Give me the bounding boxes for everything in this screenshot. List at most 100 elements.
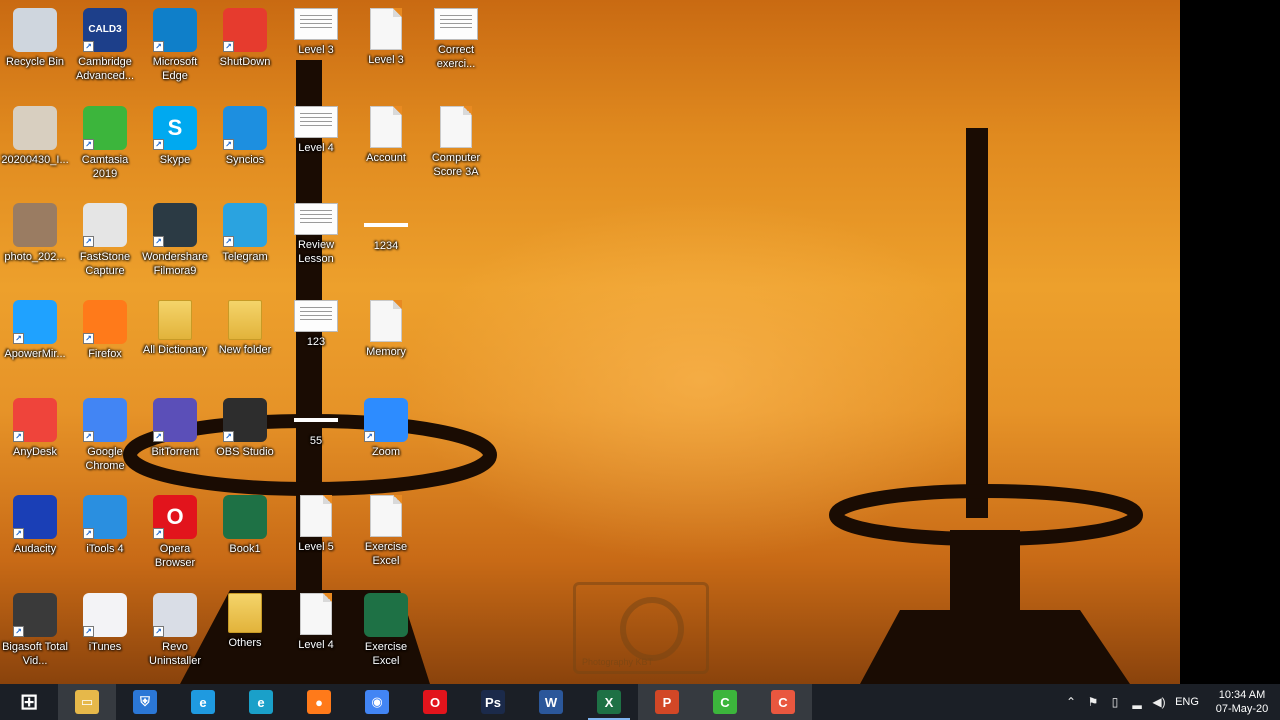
bittorrent-icon: ↗	[153, 398, 197, 442]
powerpoint-icon: P	[655, 690, 679, 714]
desktop-icon[interactable]: Book1	[209, 489, 281, 556]
taskbar-photoshop[interactable]: Ps	[464, 684, 522, 720]
shortcut-arrow-icon: ↗	[153, 626, 164, 637]
shortcut-arrow-icon: ↗	[83, 528, 94, 539]
taskbar-edge[interactable]: e	[232, 684, 290, 720]
desktop-icon-label: Bigasoft Total Vid...	[2, 641, 68, 667]
taskbar-buttons: ⊞ ▭ ⛨ e e ● ◉ O Ps W X P C C	[0, 684, 812, 720]
desktop-icon[interactable]: 123	[280, 294, 352, 349]
start-button[interactable]: ⊞	[0, 684, 58, 720]
desktop-icon[interactable]: 1234	[350, 197, 422, 253]
itunes-icon: ↗	[83, 593, 127, 637]
desktop-icon[interactable]: Review Lesson	[280, 197, 352, 266]
taskbar-internet-explorer[interactable]: e	[174, 684, 232, 720]
flag-icon[interactable]: ⚑	[1082, 695, 1104, 709]
speaker-icon[interactable]: ◀)	[1148, 695, 1170, 709]
opera-icon: O	[423, 690, 447, 714]
taskbar-excel[interactable]: X	[580, 684, 638, 720]
desktop-icon[interactable]: ↗ FastStone Capture	[69, 197, 141, 278]
desktop-icon[interactable]: Correct exerci...	[420, 2, 492, 71]
desktop-icon-label: Level 3	[298, 44, 334, 56]
desktop-icon-label: Skype	[159, 154, 191, 166]
taskbar-chrome[interactable]: ◉	[348, 684, 406, 720]
icon-glyph: O	[166, 504, 184, 529]
desktop-icon[interactable]: ↗ AnyDesk	[0, 392, 71, 459]
folder-icon	[228, 300, 262, 340]
desktop-icon-label: New folder	[218, 344, 272, 356]
desktop-icon[interactable]: ↗ iTunes	[69, 587, 141, 654]
language-indicator[interactable]: ENG	[1170, 696, 1204, 708]
desktop-icon[interactable]: ↗ Zoom	[350, 392, 422, 459]
shortcut-arrow-icon: ↗	[83, 236, 94, 247]
desktop-icon[interactable]: 55	[280, 392, 352, 448]
desktop-icon[interactable]: ↗ Telegram	[209, 197, 281, 264]
desktop-icon[interactable]: Computer Score 3A	[420, 100, 492, 179]
desktop-icon[interactable]: Level 4	[280, 100, 352, 155]
desktop-icon[interactable]: Recycle Bin	[0, 2, 71, 69]
audacity-icon: ↗	[13, 495, 57, 539]
taskbar-firefox[interactable]: ●	[290, 684, 348, 720]
shortcut-arrow-icon: ↗	[13, 528, 24, 539]
desktop-icon[interactable]: ↗ Camtasia 2019	[69, 100, 141, 181]
shortcut-arrow-icon: ↗	[223, 236, 234, 247]
shortcut-arrow-icon: ↗	[223, 41, 234, 52]
shortcut-arrow-icon: ↗	[13, 626, 24, 637]
desktop-icon[interactable]: New folder	[209, 294, 281, 357]
desktop-icon[interactable]: ↗ OBS Studio	[209, 392, 281, 459]
desktop-icon-grid: Recycle Bin 20200430_I... photo_202... ↗ Apo…	[0, 0, 520, 684]
desktop-icon[interactable]: ↗ Syncios	[209, 100, 281, 167]
desktop-icon-label: ShutDown	[219, 56, 271, 68]
desktop-icon[interactable]: Account	[350, 100, 422, 165]
taskbar-security[interactable]: ⛨	[116, 684, 174, 720]
desktop-icon[interactable]: ↗ Microsoft Edge	[139, 2, 211, 83]
clock[interactable]: 10:34 AM 07-May-20	[1204, 688, 1280, 716]
word-icon: W	[539, 690, 563, 714]
desktop-icon[interactable]: ↗ iTools 4	[69, 489, 141, 556]
desktop-icon[interactable]: S ↗ Skype	[139, 100, 211, 167]
desktop-icon[interactable]: All Dictionary	[139, 294, 211, 357]
desktop-icon[interactable]: Level 4	[280, 587, 352, 652]
taskbar-camtasia-recorder[interactable]: C	[754, 684, 812, 720]
desktop-icon[interactable]: ↗ ApowerMir...	[0, 294, 71, 361]
desktop-icon[interactable]: Exercise Excel	[350, 489, 422, 568]
shortcut-arrow-icon: ↗	[153, 236, 164, 247]
desktop-icon[interactable]: Level 5	[280, 489, 352, 554]
shortcut-arrow-icon: ↗	[153, 528, 164, 539]
desktop-icon[interactable]: O ↗ Opera Browser	[139, 489, 211, 570]
image-file-icon	[13, 106, 57, 150]
folder-icon	[228, 593, 262, 633]
desktop-icon-label: photo_202...	[4, 251, 66, 263]
document-thumbnail-icon	[440, 106, 472, 148]
desktop-icon[interactable]: CALD3 ↗ Cambridge Advanced...	[69, 2, 141, 83]
taskbar-camtasia[interactable]: C	[696, 684, 754, 720]
shortcut-arrow-icon: ↗	[153, 139, 164, 150]
taskbar-opera[interactable]: O	[406, 684, 464, 720]
windows-logo-icon: ⊞	[19, 689, 39, 714]
desktop-icon[interactable]: Others	[209, 587, 281, 650]
taskbar-file-explorer[interactable]: ▭	[58, 684, 116, 720]
desktop-icon[interactable]: 20200430_I...	[0, 100, 71, 167]
camera-watermark: Photography KBT	[573, 582, 709, 674]
desktop-icon[interactable]: ↗ Bigasoft Total Vid...	[0, 587, 71, 668]
firefox-icon: ↗	[83, 300, 127, 344]
desktop-icon[interactable]: ↗ BitTorrent	[139, 392, 211, 459]
desktop-icon[interactable]: ↗ Google Chrome	[69, 392, 141, 473]
desktop-icon[interactable]: Memory	[350, 294, 422, 359]
shortcut-arrow-icon: ↗	[223, 139, 234, 150]
signal-icon[interactable]: ▂	[1126, 695, 1148, 709]
desktop-icon[interactable]: ↗ ShutDown	[209, 2, 281, 69]
desktop-icon[interactable]: ↗ Firefox	[69, 294, 141, 361]
chevron-up-icon[interactable]: ⌃	[1060, 695, 1082, 709]
taskbar-word[interactable]: W	[522, 684, 580, 720]
taskbar-powerpoint[interactable]: P	[638, 684, 696, 720]
desktop-icon[interactable]: ↗ Revo Uninstaller	[139, 587, 211, 668]
desktop-icon[interactable]: photo_202...	[0, 197, 71, 264]
desktop-icon[interactable]: Level 3	[350, 2, 422, 67]
desktop-icon[interactable]: ↗ Audacity	[0, 489, 71, 556]
desktop-icon[interactable]: Level 3	[280, 2, 352, 57]
desktop-icon[interactable]: ↗ Wondershare Filmora9	[139, 197, 211, 278]
desktop-icon-label: Cambridge Advanced...	[75, 56, 135, 82]
shield-icon: ⛨	[133, 690, 157, 714]
desktop-icon[interactable]: Exercise Excel	[350, 587, 422, 668]
network-device-icon[interactable]: ▯	[1104, 695, 1126, 709]
